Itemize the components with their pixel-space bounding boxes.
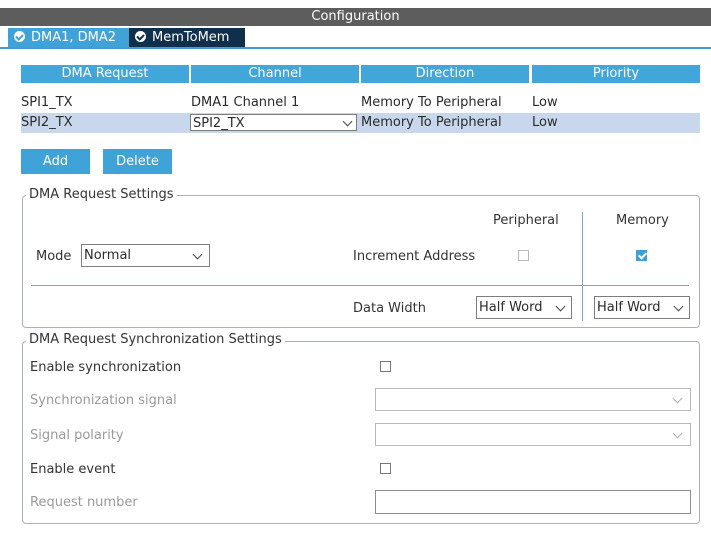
tab-memtomem[interactable]: MemToMem (129, 28, 245, 47)
signal-polarity-label: Signal polarity (30, 428, 124, 443)
memory-data-width-select[interactable]: Half Word (594, 296, 690, 319)
peripheral-data-width-select[interactable]: Half Word (476, 296, 572, 319)
channel-select-value: SPI2_TX (193, 116, 245, 131)
enable-event-label: Enable event (30, 462, 116, 477)
cell-direction: Memory To Peripheral (361, 115, 502, 130)
column-header-direction[interactable]: Direction (361, 65, 529, 83)
request-number-input[interactable] (375, 490, 691, 514)
peripheral-header: Peripheral (493, 213, 559, 228)
increment-peripheral-checkbox[interactable] (518, 250, 529, 261)
memory-header: Memory (616, 213, 669, 228)
tab-label: MemToMem (152, 30, 230, 45)
check-circle-icon (135, 31, 146, 42)
delete-button[interactable]: Delete (103, 149, 172, 174)
chevron-down-icon (672, 393, 683, 404)
chevron-down-icon (342, 116, 353, 127)
increment-address-label: Increment Address (353, 249, 476, 264)
sync-signal-label: Synchronization signal (30, 393, 177, 408)
chevron-down-icon (673, 301, 684, 312)
divider (31, 285, 689, 286)
signal-polarity-select[interactable] (375, 423, 691, 446)
window-title: Configuration (0, 8, 711, 26)
tab-dma1-dma2[interactable]: DMA1, DMA2 (8, 28, 132, 47)
table-row[interactable]: SPI1_TX DMA1 Channel 1 Memory To Periphe… (21, 93, 700, 113)
enable-sync-checkbox[interactable] (380, 361, 391, 372)
tab-label: DMA1, DMA2 (31, 30, 117, 45)
channel-select[interactable]: SPI2_TX (190, 114, 357, 131)
table-row-selected[interactable]: SPI2_TX SPI2_TX Memory To Peripheral Low (21, 113, 700, 133)
cell-request: SPI1_TX (21, 95, 73, 110)
enable-event-checkbox[interactable] (380, 463, 391, 474)
column-divider (582, 212, 583, 321)
memory-data-width-value: Half Word (597, 300, 661, 315)
cell-channel: DMA1 Channel 1 (191, 95, 300, 110)
column-header-dma-request[interactable]: DMA Request (21, 65, 189, 83)
cell-request: SPI2_TX (21, 115, 73, 130)
increment-memory-checkbox[interactable] (636, 250, 647, 261)
cell-direction: Memory To Peripheral (361, 95, 502, 110)
mode-select[interactable]: Normal (81, 244, 210, 267)
chevron-down-icon (555, 301, 566, 312)
tab-strip-underline (0, 47, 711, 49)
chevron-down-icon (672, 428, 683, 439)
mode-label: Mode (36, 249, 72, 264)
column-header-channel[interactable]: Channel (191, 65, 359, 83)
enable-sync-label: Enable synchronization (30, 360, 182, 375)
group-legend: DMA Request Settings (26, 187, 177, 202)
request-number-label: Request number (30, 495, 138, 510)
column-header-priority[interactable]: Priority (532, 65, 700, 83)
mode-select-value: Normal (84, 248, 132, 263)
chevron-down-icon (192, 249, 203, 260)
add-button[interactable]: Add (21, 149, 90, 174)
cell-priority: Low (532, 95, 558, 110)
cell-priority: Low (532, 115, 558, 130)
group-legend: DMA Request Synchronization Settings (26, 332, 285, 347)
sync-signal-select[interactable] (375, 388, 691, 411)
peripheral-data-width-value: Half Word (479, 300, 543, 315)
check-circle-icon (14, 31, 25, 42)
data-width-label: Data Width (353, 301, 426, 316)
